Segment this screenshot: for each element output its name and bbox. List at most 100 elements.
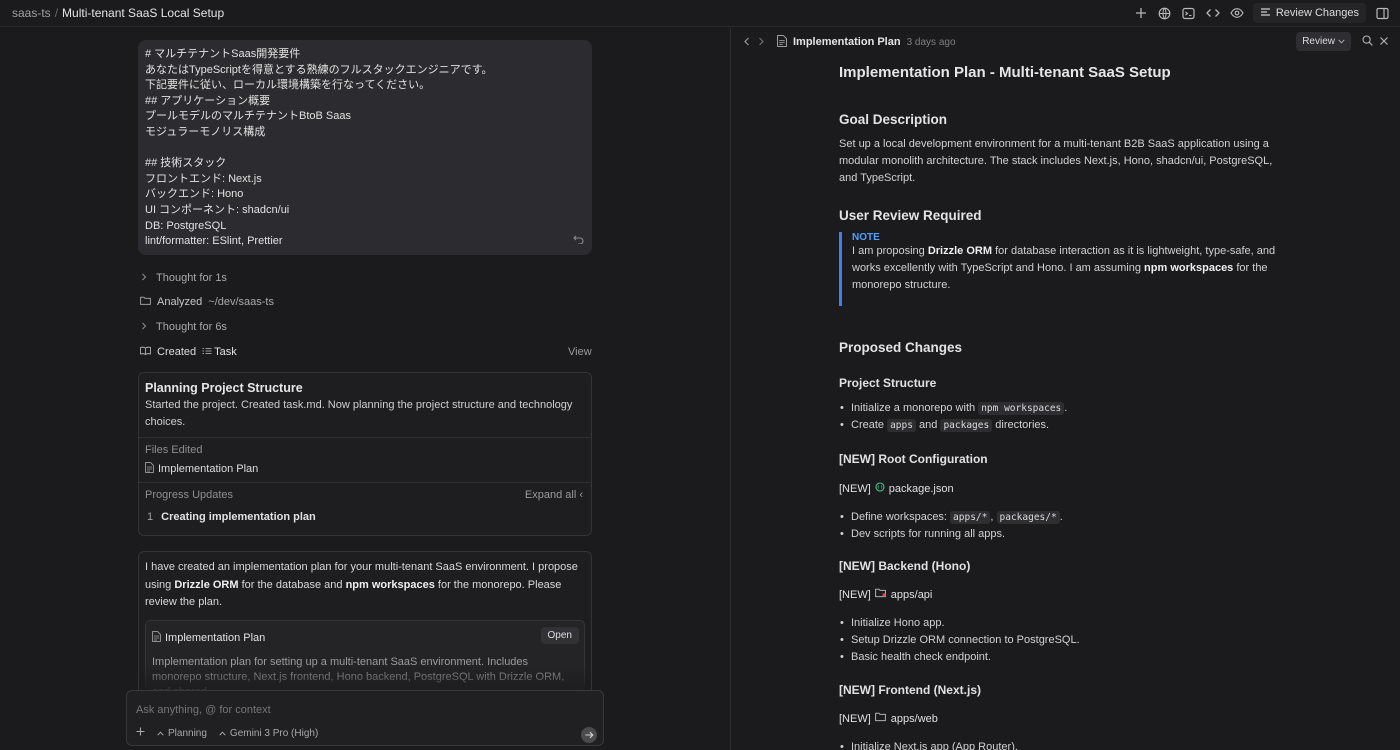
root-file-row[interactable]: [NEW] package.json — [839, 482, 954, 495]
expand-all-button[interactable]: Expand all ‹ — [525, 489, 583, 501]
globe-icon[interactable] — [1157, 5, 1173, 21]
document-icon — [145, 462, 154, 476]
panel-toggle-icon[interactable] — [1374, 5, 1390, 21]
prompt-line: ## アプリケーション概要 — [145, 94, 271, 107]
list-text: Initialize a monorepo with — [851, 402, 979, 414]
directory-name: apps/api — [890, 588, 933, 601]
view-task-link[interactable]: View — [568, 346, 592, 358]
inline-code: packages — [940, 419, 993, 432]
edited-file-item[interactable]: Implementation Plan — [145, 462, 585, 476]
breadcrumb-workspace[interactable]: saas-ts — [12, 6, 51, 20]
eye-icon[interactable] — [1229, 5, 1245, 21]
prompt-line: プールモデルのマルチテナントBtoB Saas — [145, 110, 351, 123]
plus-icon[interactable] — [1133, 5, 1149, 21]
review-required-heading: User Review Required — [839, 208, 982, 223]
search-icon[interactable] — [1362, 35, 1373, 49]
prompt-line: lint/formatter: ESlint, Prettier — [145, 235, 283, 248]
list-text: and — [915, 419, 941, 431]
model-label: Gemini 3 Pro (High) — [229, 727, 319, 739]
root-config-list: Define workspaces: apps/*, packages/*. D… — [839, 509, 1291, 543]
backend-heading: [NEW] Backend (Hono) — [839, 559, 971, 573]
document-icon — [777, 34, 787, 50]
message-bold: npm workspaces — [345, 578, 435, 591]
analyzed-step[interactable]: Analyzed ~/dev/saas-ts — [140, 296, 274, 308]
mode-label: Planning — [168, 727, 207, 739]
chevron-up-icon — [157, 728, 164, 739]
chat-input[interactable] — [136, 704, 556, 716]
prompt-line: DB: PostgreSQL — [145, 219, 227, 232]
frontend-dir-row[interactable]: [NEW] apps/web — [839, 712, 938, 725]
files-edited-section: Files Edited Implementation Plan — [139, 437, 591, 482]
thought-step-2[interactable]: Thought for 6s — [140, 321, 227, 333]
send-button[interactable] — [581, 727, 597, 743]
note-callout: NOTE I am proposing Drizzle ORM for data… — [839, 232, 1279, 306]
list-item: Initialize Hono app. — [839, 615, 1291, 632]
open-button[interactable]: Open — [540, 626, 579, 644]
message-bold: Drizzle ORM — [174, 578, 239, 591]
note-text: I am proposing Drizzle ORM for database … — [852, 243, 1279, 295]
forward-icon[interactable] — [757, 35, 771, 49]
structure-list: Initialize a monorepo with npm workspace… — [839, 400, 1291, 434]
back-icon[interactable] — [743, 35, 757, 49]
analyzed-path: ~/dev/saas-ts — [208, 296, 274, 308]
thought-label: Thought for 6s — [156, 321, 227, 333]
review-changes-label: Review Changes — [1275, 7, 1359, 19]
list-item: Initialize a monorepo with npm workspace… — [839, 400, 1291, 417]
assistant-message: I have created an implementation plan fo… — [138, 551, 592, 696]
document-title: Implementation Plan — [793, 36, 901, 48]
breadcrumb-separator: / — [54, 6, 59, 20]
user-prompt: # マルチテナントSaas開発要件 あなたはTypeScriptを得意とする熟練… — [138, 40, 592, 255]
list-item: Define workspaces: apps/*, packages/*. — [839, 509, 1291, 526]
model-selector[interactable]: Gemini 3 Pro (High) — [219, 728, 318, 739]
note-text-part: I am proposing — [852, 245, 928, 257]
frontend-list: Initialize Next.js app (App Router). — [839, 739, 1291, 750]
inline-code: apps/* — [950, 511, 991, 524]
list-item: Create apps and packages directories. — [839, 417, 1291, 434]
inline-code: apps — [887, 419, 916, 432]
book-icon — [140, 346, 151, 358]
list-text: Define workspaces: — [851, 511, 951, 523]
new-tag: [NEW] — [839, 482, 871, 495]
new-tag: [NEW] — [839, 588, 871, 601]
list-item: Setup Drizzle ORM connection to PostgreS… — [839, 632, 1291, 649]
code-icon[interactable] — [1205, 5, 1221, 21]
list-item: Basic health check endpoint. — [839, 649, 1291, 666]
list-text: , — [990, 511, 997, 523]
thought-label: Thought for 1s — [156, 272, 227, 284]
list-icon — [1260, 7, 1271, 20]
chevron-down-icon — [1338, 36, 1345, 47]
review-changes-button[interactable]: Review Changes — [1252, 3, 1366, 23]
undo-icon[interactable] — [573, 233, 584, 247]
task-card-description: Started the project. Created task.md. No… — [145, 399, 573, 428]
chevron-right-icon — [140, 272, 150, 284]
artifact-title: Implementation Plan — [165, 631, 266, 644]
close-icon[interactable] — [1379, 35, 1389, 49]
list-item: Dev scripts for running all apps. — [839, 526, 1291, 543]
note-bold: npm workspaces — [1144, 262, 1234, 275]
terminal-icon[interactable] — [1181, 5, 1197, 21]
folder-icon — [874, 712, 887, 725]
prompt-line: あなたはTypeScriptを得意とする熟練のフルスタックエンジニアです。 — [145, 63, 493, 76]
new-tag: [NEW] — [839, 712, 871, 725]
review-dropdown[interactable]: Review — [1296, 32, 1351, 51]
goal-paragraph: Set up a local development environment f… — [839, 138, 1273, 185]
prompt-line: フロントエンド: Next.js — [145, 172, 262, 185]
document-header: Implementation Plan 3 days ago Review — [731, 28, 1400, 56]
frontend-heading: [NEW] Frontend (Next.js) — [839, 683, 981, 697]
progress-item: 1 Creating implementation plan — [145, 511, 585, 523]
progress-section: Progress Updates Expand all ‹ 1 Creating… — [139, 482, 591, 529]
created-item[interactable]: Task — [214, 346, 237, 358]
files-edited-label: Files Edited — [145, 444, 203, 456]
list-text: directories. — [992, 419, 1050, 431]
add-context-icon[interactable] — [136, 727, 145, 739]
prompt-line: ## 技術スタック — [145, 157, 227, 170]
prompt-line: バックエンド: Hono — [145, 188, 244, 201]
chat-input-box: Planning Gemini 3 Pro (High) — [126, 690, 604, 746]
thought-step-1[interactable]: Thought for 1s — [140, 272, 227, 284]
backend-dir-row[interactable]: [NEW] apps/api — [839, 588, 932, 601]
mode-selector[interactable]: Planning — [157, 728, 207, 739]
edited-file-name: Implementation Plan — [158, 463, 259, 475]
folder-icon — [874, 588, 887, 601]
project-structure-heading: Project Structure — [839, 376, 937, 390]
input-toolbar: Planning Gemini 3 Pro (High) — [136, 727, 318, 739]
